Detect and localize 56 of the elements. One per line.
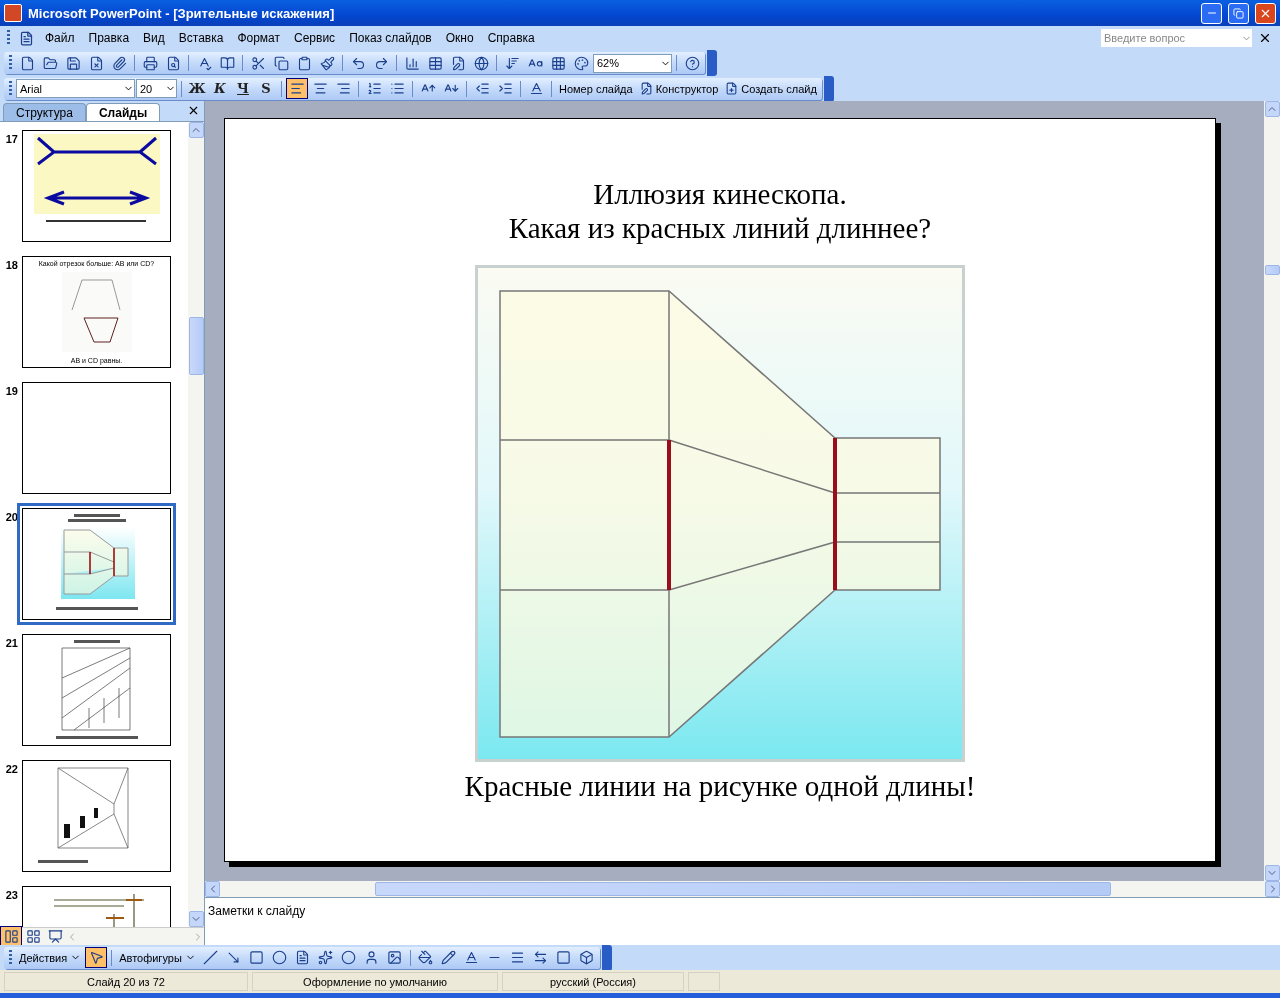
notes-field[interactable]: Заметки к слайду: [205, 897, 1280, 945]
status-text: Слайд 20 из 72: [4, 972, 248, 991]
status-text: русский (Россия): [502, 972, 684, 991]
slide-caption: Красные линии на рисунке одной длины!: [464, 770, 976, 803]
pointer-icon[interactable]: [85, 947, 108, 968]
slide-number: 18: [4, 258, 18, 271]
menu-item[interactable]: Показ слайдов: [343, 29, 438, 47]
vertical-scrollbar[interactable]: [1264, 101, 1280, 881]
slide-number: 22: [4, 762, 18, 775]
slide-number: 23: [4, 888, 18, 901]
menu-item[interactable]: Правка: [82, 29, 136, 47]
horizontal-scrollbar[interactable]: [205, 881, 1280, 897]
new-slide-icon[interactable]: [725, 82, 739, 95]
slide-number: 19: [4, 384, 18, 397]
slide-number: 21: [4, 636, 18, 649]
scroll-thumb[interactable]: [1264, 264, 1280, 275]
slide-title: Иллюзия кинескопа. Какая из красных линий длиннее?: [508, 177, 932, 245]
pane-tab[interactable]: Слайды: [85, 103, 161, 121]
font-style-button[interactable]: Ч: [232, 78, 254, 99]
menu-item[interactable]: Справка: [481, 29, 541, 47]
slide-number: 17: [4, 132, 18, 145]
vertical-scrollbar[interactable]: [188, 122, 204, 927]
status-text: Оформление по умолчанию: [252, 972, 498, 991]
minimize-button[interactable]: [1201, 2, 1222, 24]
menu-item[interactable]: Формат: [231, 29, 287, 47]
slide-number-button[interactable]: Номер слайда: [556, 78, 636, 99]
toolbar-options-button[interactable]: [601, 944, 612, 971]
menu-item[interactable]: Вид: [137, 29, 171, 47]
design-icon[interactable]: [639, 82, 653, 95]
actions-menu[interactable]: Действия: [16, 947, 85, 968]
align-left-icon[interactable]: [286, 78, 308, 99]
new-slide-button[interactable]: Создать слайд: [722, 78, 820, 99]
zoom-combo[interactable]: 62%: [593, 53, 672, 73]
scroll-thumb[interactable]: [188, 316, 204, 375]
menu-item[interactable]: Сервис: [288, 29, 342, 47]
designer-button[interactable]: Конструктор: [636, 78, 722, 99]
font-style-button[interactable]: К: [209, 78, 231, 99]
window-title: Microsoft PowerPoint - [Зрительные искажения]: [28, 5, 336, 21]
normal-view-icon[interactable]: [0, 926, 22, 947]
slide-number: 20: [4, 510, 18, 523]
restore-button[interactable]: [1228, 2, 1249, 24]
help-search-field[interactable]: Введите вопрос: [1101, 29, 1252, 47]
scroll-thumb[interactable]: [374, 882, 1111, 896]
font-style-button[interactable]: Ж: [186, 78, 208, 99]
menu-item[interactable]: Файл: [39, 29, 81, 47]
app-icon: [4, 4, 22, 22]
font-combo[interactable]: Arial: [16, 79, 135, 98]
font-size-combo[interactable]: 20: [136, 79, 177, 98]
menu-item[interactable]: Окно: [439, 29, 480, 47]
pane-tab[interactable]: Структура: [3, 103, 86, 121]
slide-thumbnail[interactable]: [17, 503, 176, 625]
autoshapes-menu[interactable]: Автофигуры: [116, 947, 199, 968]
restore-icon[interactable]: [1233, 7, 1244, 19]
font-style-button[interactable]: S: [255, 78, 277, 99]
toolbar-options-button[interactable]: [823, 75, 834, 102]
menu-item[interactable]: Вставка: [172, 29, 230, 47]
